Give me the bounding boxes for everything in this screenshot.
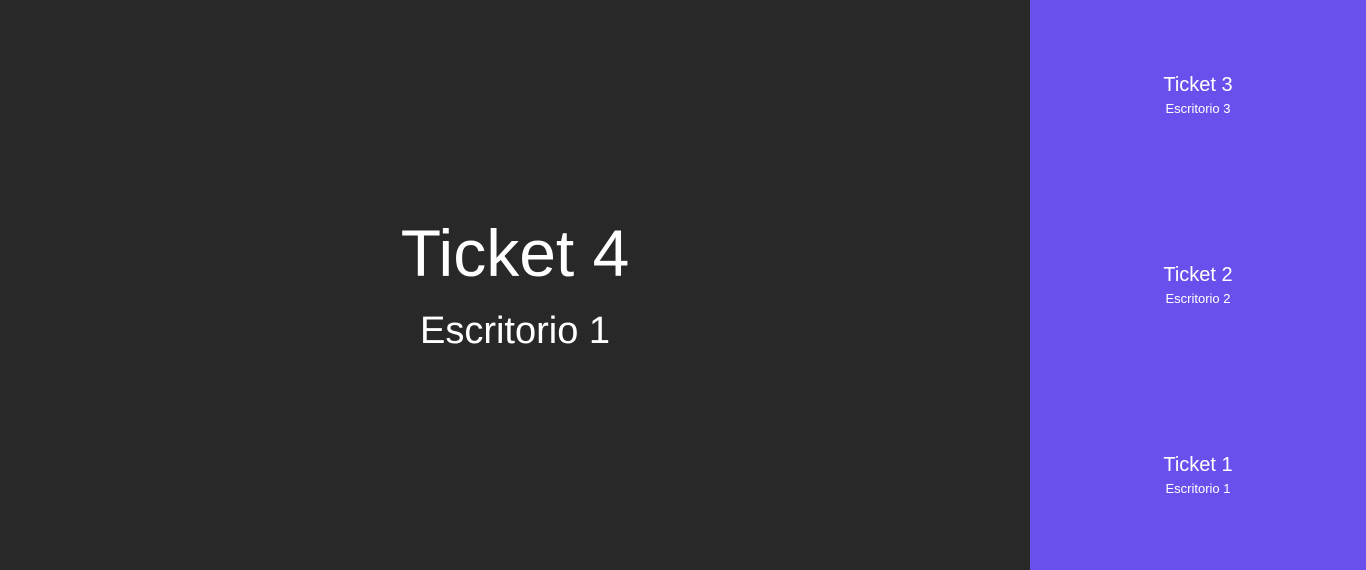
- previous-ticket-desk: Escritorio 1: [1165, 481, 1231, 496]
- current-ticket-number: Ticket 4: [400, 216, 630, 290]
- previous-ticket-number: Ticket 1: [1163, 454, 1233, 476]
- previous-ticket-desk: Escritorio 3: [1165, 101, 1231, 116]
- previous-ticket-desk: Escritorio 2: [1165, 291, 1231, 306]
- previous-tickets-panel: Ticket 3 Escritorio 3 Ticket 2 Escritori…: [1030, 0, 1366, 570]
- previous-ticket-number: Ticket 3: [1163, 74, 1233, 96]
- previous-ticket-number: Ticket 2: [1163, 264, 1233, 286]
- previous-ticket-item: Ticket 2 Escritorio 2: [1030, 190, 1366, 380]
- previous-ticket-item: Ticket 1 Escritorio 1: [1030, 380, 1366, 570]
- ticket-display-screen: Ticket 4 Escritorio 1 Ticket 3 Escritori…: [0, 0, 1366, 570]
- current-ticket-desk: Escritorio 1: [419, 310, 611, 352]
- current-ticket-panel: Ticket 4 Escritorio 1: [0, 0, 1030, 570]
- previous-ticket-item: Ticket 3 Escritorio 3: [1030, 0, 1366, 190]
